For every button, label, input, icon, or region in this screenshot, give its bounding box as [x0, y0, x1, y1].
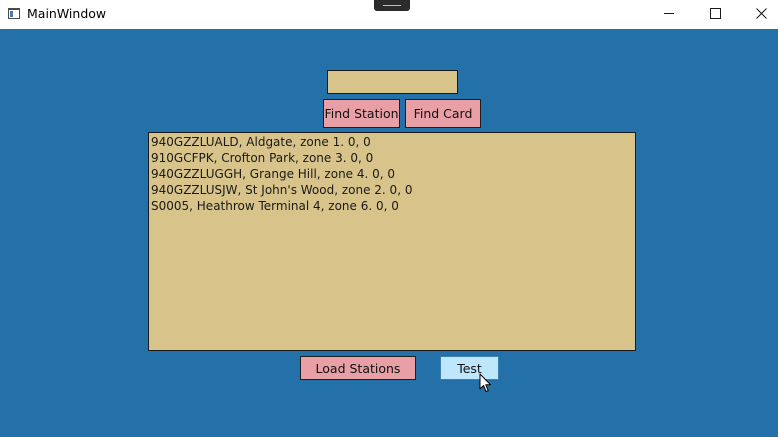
minimize-button[interactable] — [646, 0, 692, 29]
window-title: MainWindow — [27, 6, 107, 21]
main-window: MainWindow Find Station Find Card 940GZZ… — [0, 0, 778, 437]
output-textbox[interactable]: 940GZZLUALD, Aldgate, zone 1. 0, 0 910GC… — [148, 132, 636, 351]
output-line: 940GZZLUALD, Aldgate, zone 1. 0, 0 — [151, 135, 371, 149]
load-stations-button[interactable]: Load Stations — [300, 356, 416, 380]
minimize-icon — [664, 13, 674, 14]
app-window-icon — [8, 8, 20, 19]
close-button[interactable] — [738, 0, 778, 29]
mouse-pointer-icon — [479, 373, 491, 392]
find-station-button[interactable]: Find Station — [323, 99, 400, 128]
output-line: 940GZZLUSJW, St John's Wood, zone 2. 0, … — [151, 183, 413, 197]
maximize-button[interactable] — [692, 0, 738, 29]
output-line: 940GZZLUGGH, Grange Hill, zone 4. 0, 0 — [151, 167, 396, 181]
client-area: Find Station Find Card 940GZZLUALD, Aldg… — [0, 29, 778, 437]
title-bar[interactable]: MainWindow — [0, 0, 778, 29]
maximize-icon — [710, 8, 721, 19]
snap-handle[interactable] — [374, 0, 410, 11]
output-line: 910GCFPK, Crofton Park, zone 3. 0, 0 — [151, 151, 374, 165]
search-input[interactable] — [327, 70, 458, 94]
output-line: S0005, Heathrow Terminal 4, zone 6. 0, 0 — [151, 199, 399, 213]
close-icon — [756, 8, 767, 19]
find-card-button[interactable]: Find Card — [405, 99, 481, 128]
